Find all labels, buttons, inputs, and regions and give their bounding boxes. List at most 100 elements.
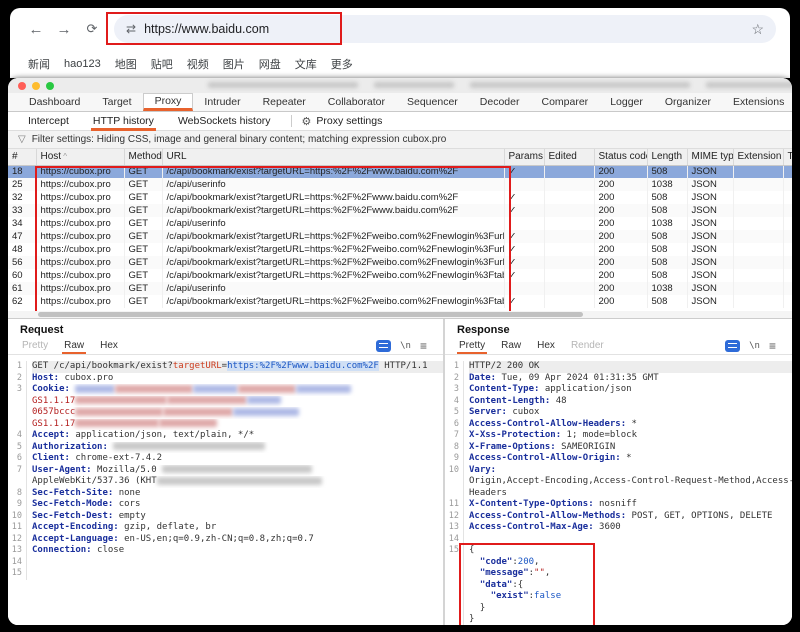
table-row[interactable]: 48https://cubox.proGET/c/api/bookmark/ex… [8, 243, 792, 256]
bookmark--[interactable]: 新闻 [28, 56, 50, 72]
column-header-host[interactable]: Host ^ [36, 149, 124, 165]
table-row[interactable]: 47https://cubox.proGET/c/api/bookmark/ex… [8, 230, 792, 243]
column-header-mime-type[interactable]: MIME type [687, 149, 733, 165]
column-header-method[interactable]: Method [124, 149, 162, 165]
response-tab-render[interactable]: Render [563, 338, 612, 353]
subtab-websockets-history[interactable]: WebSockets history [168, 113, 281, 129]
line-number [8, 396, 27, 408]
minimize-window-icon[interactable] [32, 82, 40, 90]
response-tab-raw[interactable]: Raw [493, 338, 529, 353]
bookmark--[interactable]: 视频 [187, 56, 209, 72]
column-header-status-code[interactable]: Status code [594, 149, 647, 165]
filter-bar[interactable]: ▽ Filter settings: Hiding CSS, image and… [8, 131, 792, 149]
tab-proxy[interactable]: Proxy [143, 93, 194, 111]
burp-window: DashboardTargetProxyIntruderRepeaterColl… [8, 78, 792, 625]
cell-length: 508 [647, 256, 687, 269]
code-line: 13Access-Control-Max-Age: 3600 [445, 522, 792, 534]
table-row[interactable]: 34https://cubox.proGET/c/api/userinfo200… [8, 217, 792, 230]
tab-logger[interactable]: Logger [599, 93, 654, 111]
tab-sequencer[interactable]: Sequencer [396, 93, 469, 111]
filter-text: Filter settings: Hiding CSS, image and g… [32, 134, 447, 145]
code-line: } [445, 614, 792, 625]
gear-icon: ⚙ [302, 115, 312, 128]
close-window-icon[interactable] [18, 82, 26, 90]
table-row[interactable]: 25https://cubox.proGET/c/api/userinfo200… [8, 178, 792, 191]
code-line: 10Vary: [445, 465, 792, 477]
url-text[interactable]: https://www.baidu.com [144, 22, 269, 36]
cell-params [504, 217, 544, 230]
bookmark-hao123[interactable]: hao123 [64, 58, 101, 70]
line-content: GS1.1.17 [32, 419, 443, 431]
line-content: Sec-Fetch-Dest: empty [32, 511, 443, 523]
subtab-intercept[interactable]: Intercept [18, 113, 79, 129]
bookmarks-bar: 新闻 hao123 地图贴吧视频图片网盘文库更多 [10, 50, 790, 77]
bookmark--[interactable]: 文库 [295, 56, 317, 72]
inspector-toggle-icon[interactable] [725, 340, 740, 352]
line-number [445, 488, 464, 500]
reload-icon[interactable]: ⟳ [80, 21, 104, 37]
cell-t [783, 256, 792, 269]
site-info-icon[interactable]: ⇄ [126, 22, 136, 36]
back-icon[interactable]: ← [24, 21, 48, 38]
table-row[interactable]: 18https://cubox.proGET/c/api/bookmark/ex… [8, 165, 792, 178]
horizontal-scrollbar[interactable] [8, 311, 792, 318]
tab-dashboard[interactable]: Dashboard [18, 93, 91, 111]
code-line: 12Accept-Language: en-US,en;q=0.9,zh-CN;… [8, 534, 443, 546]
line-content: Content-Type: application/json [469, 384, 792, 396]
subtab-http-history[interactable]: HTTP history [83, 113, 164, 129]
bookmark--[interactable]: 图片 [223, 56, 245, 72]
table-row[interactable]: 60https://cubox.proGET/c/api/bookmark/ex… [8, 269, 792, 282]
scrollbar-thumb[interactable] [38, 312, 583, 317]
bookmark--[interactable]: 网盘 [259, 56, 281, 72]
cell-edited [544, 243, 594, 256]
bookmark-star-icon[interactable]: ☆ [751, 21, 764, 38]
menu-icon[interactable]: ≡ [769, 339, 776, 353]
tab-intruder[interactable]: Intruder [193, 93, 251, 111]
cell-url: /c/api/userinfo [162, 217, 504, 230]
maximize-window-icon[interactable] [46, 82, 54, 90]
column-header-extension[interactable]: Extension [733, 149, 783, 165]
tab-target[interactable]: Target [91, 93, 142, 111]
column-header-t[interactable]: T [783, 149, 792, 165]
table-row[interactable]: 61https://cubox.proGET/c/api/userinfo200… [8, 282, 792, 295]
response-editor[interactable]: 1HTTP/2 200 OK2Date: Tue, 09 Apr 2024 01… [445, 361, 792, 625]
tab-organizer[interactable]: Organizer [654, 93, 722, 111]
forward-icon[interactable]: → [52, 21, 76, 38]
column-header-length[interactable]: Length [647, 149, 687, 165]
table-row[interactable]: 62https://cubox.proGET/c/api/bookmark/ex… [8, 295, 792, 308]
request-tab-raw[interactable]: Raw [56, 338, 92, 353]
response-panel: Response PrettyRawHexRender \n ≡ 1HTTP/2… [445, 319, 792, 625]
menu-icon[interactable]: ≡ [420, 339, 427, 353]
line-number: 3 [8, 384, 27, 396]
newline-toggle-icon[interactable]: \n [749, 341, 760, 351]
bookmark--[interactable]: 更多 [331, 56, 353, 72]
newline-toggle-icon[interactable]: \n [400, 341, 411, 351]
request-editor[interactable]: 1GET /c/api/bookmark/exist?targetURL=htt… [8, 361, 443, 625]
response-tab-hex[interactable]: Hex [529, 338, 563, 353]
line-number: 8 [445, 442, 464, 454]
column-header-url[interactable]: URL [162, 149, 504, 165]
table-row[interactable]: 32https://cubox.proGET/c/api/bookmark/ex… [8, 191, 792, 204]
tab-extensions[interactable]: Extensions [722, 93, 792, 111]
url-bar[interactable]: ⇄ https://www.baidu.com ☆ [114, 15, 776, 43]
inspector-toggle-icon[interactable] [376, 340, 391, 352]
code-line: 3Content-Type: application/json [445, 384, 792, 396]
table-row[interactable]: 33https://cubox.proGET/c/api/bookmark/ex… [8, 204, 792, 217]
proxy-settings-button[interactable]: ⚙ Proxy settings [302, 115, 383, 128]
request-tab-hex[interactable]: Hex [92, 338, 126, 353]
column-header--[interactable]: # [8, 149, 36, 165]
bookmark--[interactable]: 贴吧 [151, 56, 173, 72]
tab-repeater[interactable]: Repeater [252, 93, 317, 111]
line-content: Content-Length: 48 [469, 396, 792, 408]
column-header-params[interactable]: Params [504, 149, 544, 165]
tab-decoder[interactable]: Decoder [469, 93, 531, 111]
table-row[interactable]: 56https://cubox.proGET/c/api/bookmark/ex… [8, 256, 792, 269]
response-tab-pretty[interactable]: Pretty [451, 338, 493, 353]
request-tab-pretty[interactable]: Pretty [14, 338, 56, 353]
bookmark--[interactable]: 地图 [115, 56, 137, 72]
tab-collaborator[interactable]: Collaborator [317, 93, 396, 111]
cell-t [783, 165, 792, 178]
line-number: 8 [8, 488, 27, 500]
column-header-edited[interactable]: Edited [544, 149, 594, 165]
tab-comparer[interactable]: Comparer [531, 93, 600, 111]
